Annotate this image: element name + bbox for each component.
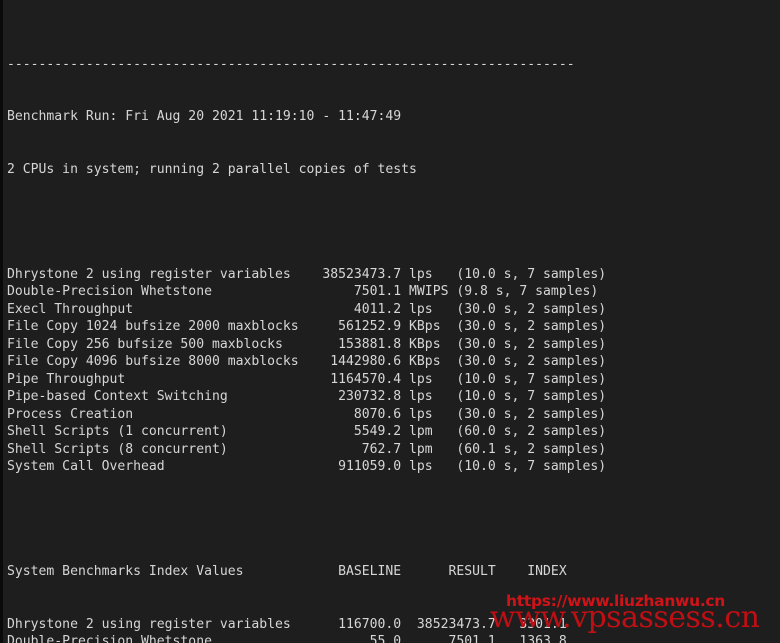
raw-result-row: System Call Overhead 911059.0 lps (10.0 …	[7, 459, 607, 474]
raw-result-row: Double-Precision Whetstone 7501.1 MWIPS …	[7, 284, 599, 299]
raw-result-row: File Copy 1024 bufsize 2000 maxblocks 56…	[7, 319, 607, 334]
raw-result-row: Shell Scripts (8 concurrent) 762.7 lpm (…	[7, 441, 607, 457]
cpu-info-line: 2 CPUs in system; running 2 parallel cop…	[7, 161, 417, 177]
header-rule: ----------------------------------------…	[7, 56, 575, 72]
index-table-header: System Benchmarks Index Values BASELINE …	[7, 564, 567, 579]
raw-result-row: Pipe Throughput 1164570.4 lps (10.0 s, 7…	[7, 371, 607, 387]
raw-result-row: Shell Scripts (1 concurrent) 5549.2 lpm …	[7, 424, 607, 439]
raw-results-list: Dhrystone 2 using register variables 385…	[7, 266, 780, 476]
console-output: ----------------------------------------…	[7, 3, 780, 643]
index-table-rows: Dhrystone 2 using register variables 116…	[7, 616, 780, 643]
raw-result-row: Pipe-based Context Switching 230732.8 lp…	[7, 389, 607, 404]
terminal-window: ----------------------------------------…	[0, 0, 780, 643]
raw-result-row: File Copy 256 bufsize 500 maxblocks 1538…	[7, 336, 607, 352]
raw-result-row: Process Creation 8070.6 lps (30.0 s, 2 s…	[7, 406, 607, 422]
raw-result-row: File Copy 4096 bufsize 8000 maxblocks 14…	[7, 354, 607, 369]
benchmark-run-line: Benchmark Run: Fri Aug 20 2021 11:19:10 …	[7, 109, 402, 124]
raw-result-row: Execl Throughput 4011.2 lps (30.0 s, 2 s…	[7, 301, 607, 317]
raw-result-row: Dhrystone 2 using register variables 385…	[7, 266, 607, 282]
index-table-row: Double-Precision Whetstone 55.0 7501.1 1…	[7, 634, 567, 643]
index-table-row: Dhrystone 2 using register variables 116…	[7, 616, 567, 632]
